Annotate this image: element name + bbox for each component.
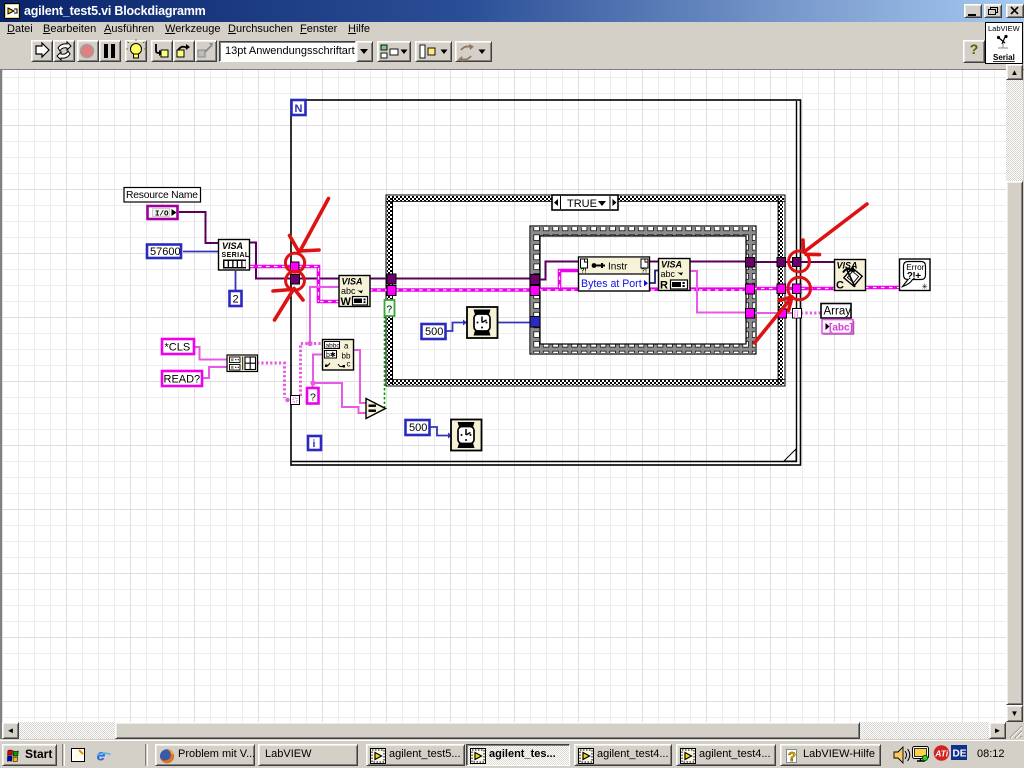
svg-text:ATi: ATi xyxy=(934,749,949,759)
svg-text:C: C xyxy=(836,280,844,292)
svg-text:VISA: VISA xyxy=(222,241,243,251)
svg-text:i: i xyxy=(313,438,316,450)
svg-text:a: a xyxy=(344,342,349,351)
svg-text:?!+: ?!+ xyxy=(907,271,921,282)
svg-text:VISA: VISA xyxy=(342,277,363,287)
svg-text:57600: 57600 xyxy=(150,246,181,258)
svg-text:N: N xyxy=(295,103,303,115)
svg-text:I/O: I/O xyxy=(155,211,169,219)
svg-text:?: ? xyxy=(788,749,796,764)
svg-text:c: c xyxy=(347,360,351,369)
svg-text:Array: Array xyxy=(824,306,852,318)
svg-text:R: R xyxy=(660,280,668,292)
svg-text:abc: abc xyxy=(661,269,676,279)
svg-text:?!: ?! xyxy=(641,269,647,275)
svg-text:2: 2 xyxy=(233,294,239,306)
svg-text:SERIAL: SERIAL xyxy=(222,252,250,259)
svg-text:[]: [] xyxy=(794,310,798,319)
svg-text:08:12: 08:12 xyxy=(977,748,1005,760)
svg-text:Instr: Instr xyxy=(608,262,628,273)
svg-text:[abc]: [abc] xyxy=(829,323,853,334)
svg-text:b✱: b✱ xyxy=(326,351,336,359)
svg-text:500: 500 xyxy=(409,422,427,434)
svg-text:?!: ?! xyxy=(581,269,587,275)
svg-text:TRUE: TRUE xyxy=(567,198,597,210)
svg-text:DE: DE xyxy=(953,749,967,760)
svg-text:?: ? xyxy=(387,305,393,316)
svg-text:READ?: READ? xyxy=(164,374,201,386)
svg-text:VISA: VISA xyxy=(661,260,682,270)
svg-text:abc: abc xyxy=(341,286,356,296)
svg-text:*CLS: *CLS xyxy=(165,342,191,354)
svg-text:Resource Name: Resource Name xyxy=(126,190,198,201)
svg-text:W: W xyxy=(341,296,352,308)
svg-text:✳: ✳ xyxy=(922,282,929,291)
svg-text:abbc: abbc xyxy=(326,343,341,350)
svg-text:Bytes at Port: Bytes at Port xyxy=(581,278,642,290)
svg-text:?: ? xyxy=(310,392,316,404)
svg-text:500: 500 xyxy=(425,326,443,338)
